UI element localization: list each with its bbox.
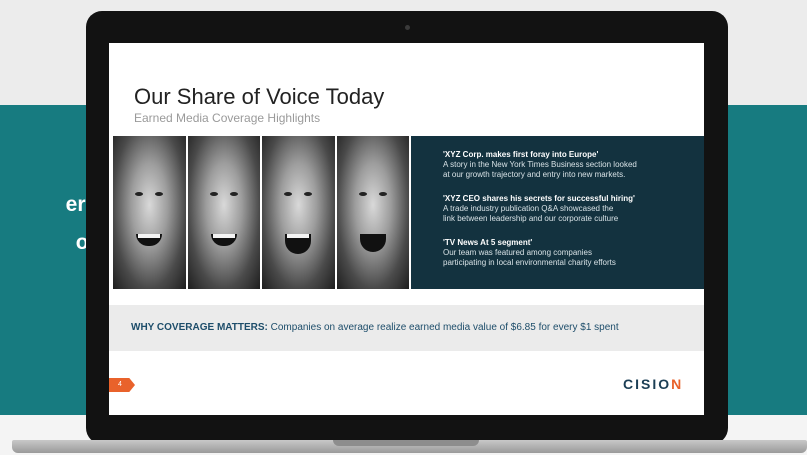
highlight-item: 'TV News At 5 segment' Our team was feat… xyxy=(443,238,616,268)
highlight-description-line: link between leadership and our corporat… xyxy=(443,214,619,223)
portrait-photo xyxy=(187,136,260,289)
highlight-item: 'XYZ CEO shares his secrets for successf… xyxy=(443,194,635,224)
highlight-headline: 'XYZ Corp. makes first foray into Europe… xyxy=(443,150,599,159)
laptop-screen-slide: Our Share of Voice Today Earned Media Co… xyxy=(109,43,704,415)
why-coverage-label: WHY COVERAGE MATTERS: xyxy=(131,322,268,333)
portrait-photo-collage xyxy=(113,136,409,289)
highlight-description-line: Our team was featured among companies xyxy=(443,248,592,257)
cision-logo: CISION xyxy=(623,376,683,392)
teal-background-right xyxy=(718,105,807,415)
portrait-photo xyxy=(336,136,409,289)
portrait-photo xyxy=(262,136,335,289)
laptop-base-notch xyxy=(333,440,479,446)
highlight-description-line: at our growth trajectory and entry into … xyxy=(443,170,626,179)
highlight-item: 'XYZ Corp. makes first foray into Europe… xyxy=(443,150,637,180)
highlight-description-line: A story in the New York Times Business s… xyxy=(443,160,637,169)
webcam-icon xyxy=(405,25,410,30)
why-coverage-text: WHY COVERAGE MATTERS: Companies on avera… xyxy=(131,322,619,333)
highlight-headline: 'TV News At 5 segment' xyxy=(443,238,533,247)
cision-logo-accent: N xyxy=(671,376,684,392)
highlight-description-line: A trade industry publication Q&A showcas… xyxy=(443,204,614,213)
coverage-highlights-panel: 'XYZ Corp. makes first foray into Europe… xyxy=(411,136,704,289)
why-coverage-detail: Companies on average realize earned medi… xyxy=(267,322,619,333)
cision-logo-text: CISIO xyxy=(623,376,672,392)
highlight-description-line: participating in local environmental cha… xyxy=(443,258,616,267)
portrait-photo xyxy=(113,136,186,289)
slide-title: Our Share of Voice Today xyxy=(134,84,385,109)
page-number-badge: 4 xyxy=(109,378,135,392)
highlight-headline: 'XYZ CEO shares his secrets for successf… xyxy=(443,194,635,203)
slide-subtitle: Earned Media Coverage Highlights xyxy=(134,111,321,125)
